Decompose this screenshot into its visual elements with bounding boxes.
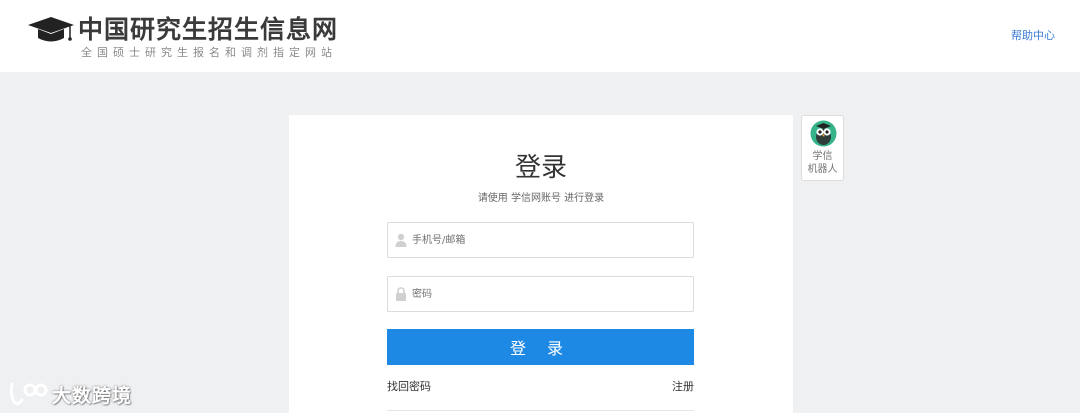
robot-label: 学信 机器人 xyxy=(802,150,843,176)
top-header: 中国研究生招生信息网 全国硕士研究生报名和调剂指定网站 帮助中心 xyxy=(0,0,1080,72)
site-title: 中国研究生招生信息网 xyxy=(78,15,339,44)
user-icon xyxy=(395,233,407,247)
lock-icon xyxy=(396,287,406,301)
watermark-text: 大数跨境 xyxy=(52,385,133,407)
login-title: 登录 xyxy=(514,153,567,183)
login-subtitle: 请使用 学信网账号 进行登录 xyxy=(477,193,605,204)
robot-label-line1: 学信 xyxy=(812,151,833,162)
graduation-cap-icon xyxy=(28,17,74,42)
login-button[interactable]: 登 录 xyxy=(387,329,694,365)
divider xyxy=(387,410,694,411)
help-center-link[interactable]: 帮助中心 xyxy=(1011,27,1055,43)
xuexin-robot-widget[interactable]: 学信 机器人 xyxy=(801,115,844,181)
owl-robot-icon xyxy=(810,120,837,147)
username-input[interactable] xyxy=(412,223,690,257)
watermark: 大数跨境 xyxy=(8,378,148,408)
robot-label-line2: 机器人 xyxy=(807,164,838,175)
forgot-password-link[interactable]: 找回密码 xyxy=(387,378,431,394)
login-card: 登录 请使用 学信网账号 进行登录 登 录 找回密码 注册 xyxy=(289,115,793,413)
username-field[interactable] xyxy=(387,222,694,258)
watermark-logo-icon xyxy=(9,382,48,406)
register-link[interactable]: 注册 xyxy=(672,378,694,394)
password-input[interactable] xyxy=(412,277,690,311)
site-subtitle: 全国硕士研究生报名和调剂指定网站 xyxy=(81,46,337,59)
password-field[interactable] xyxy=(387,276,694,312)
site-logo[interactable]: 中国研究生招生信息网 全国硕士研究生报名和调剂指定网站 xyxy=(26,10,346,62)
